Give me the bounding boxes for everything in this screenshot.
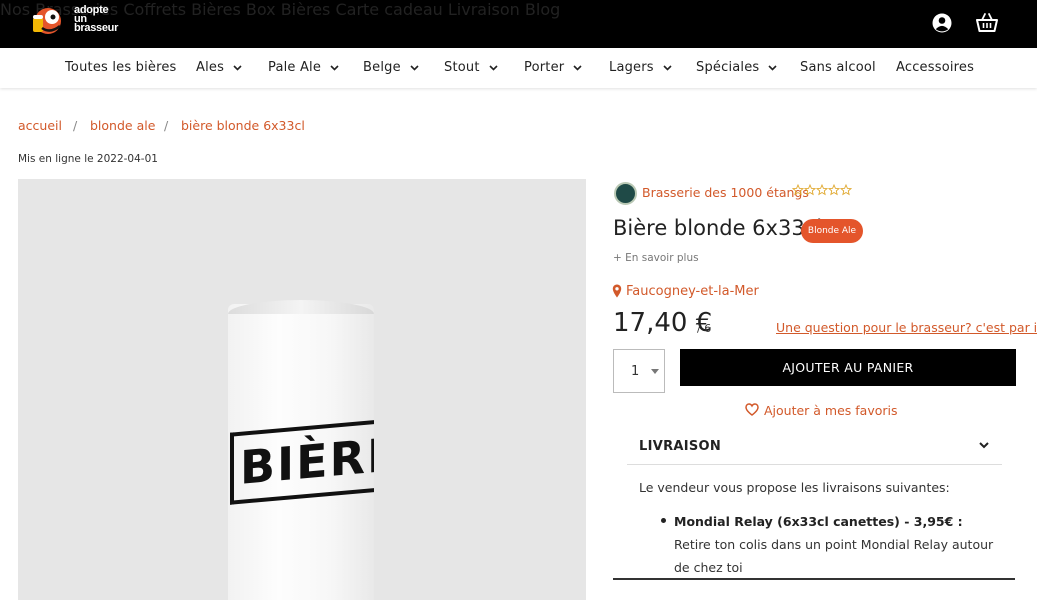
bullet bbox=[661, 518, 666, 523]
divider bbox=[613, 578, 1015, 580]
brewer-mascot-icon bbox=[33, 8, 61, 34]
chevron-down-icon bbox=[573, 64, 582, 71]
cat-toutes-les-bieres[interactable]: Toutes les bières bbox=[65, 60, 177, 75]
shipping-intro: Le vendeur vous propose les livraisons s… bbox=[639, 480, 950, 495]
product-image[interactable]: BIÈRE bbox=[18, 179, 586, 600]
nav-livraison[interactable]: Livraison bbox=[448, 0, 520, 19]
published-date: Mis en ligne le 2022-04-01 bbox=[18, 153, 158, 165]
chevron-down-icon bbox=[489, 64, 498, 71]
chevron-down-icon[interactable] bbox=[978, 440, 990, 450]
chevron-down-icon bbox=[663, 64, 672, 71]
top-bar: adopte un brasseur Nos Brasseries Coffre… bbox=[0, 0, 1037, 48]
map-pin-icon bbox=[612, 284, 622, 298]
cat-accessoires[interactable]: Accessoires bbox=[896, 60, 974, 75]
product-title: Bière blonde 6x33cl bbox=[613, 216, 823, 240]
more-info-link[interactable]: + En savoir plus bbox=[613, 252, 699, 264]
cat-sans-alcool[interactable]: Sans alcool bbox=[800, 60, 876, 75]
shipping-heading[interactable]: LIVRAISON bbox=[639, 439, 721, 454]
site-logo[interactable]: adopte un brasseur bbox=[30, 4, 125, 38]
basket-icon[interactable] bbox=[976, 12, 998, 34]
chevron-down-icon bbox=[410, 64, 419, 71]
cat-ales[interactable]: Ales bbox=[196, 60, 242, 75]
nav-blog[interactable]: Blog bbox=[525, 0, 560, 19]
can-label-text: BIÈRE bbox=[240, 426, 374, 495]
logo-wordmark: adopte un brasseur bbox=[74, 4, 119, 34]
nav-box-bieres[interactable]: Box Bières bbox=[246, 0, 331, 19]
divider bbox=[627, 464, 1002, 465]
brewery-location[interactable]: Faucogney-et-la-Mer bbox=[626, 284, 759, 299]
cat-porter[interactable]: Porter bbox=[524, 60, 582, 75]
brewer-avatar[interactable] bbox=[614, 182, 637, 205]
price-unit: / 6 bbox=[697, 322, 712, 335]
category-nav: Toutes les bières Ales Pale Ale Belge St… bbox=[0, 48, 1037, 88]
brewer-name[interactable]: Brasserie des 1000 étangs bbox=[642, 185, 809, 200]
chevron-down-icon bbox=[233, 64, 242, 71]
breadcrumb-separator: / bbox=[164, 118, 169, 133]
add-to-favorites-link[interactable]: Ajouter à mes favoris bbox=[764, 403, 898, 418]
can-label: BIÈRE bbox=[228, 404, 374, 524]
shipping-option: Mondial Relay (6x33cl canettes) - 3,95€ … bbox=[674, 510, 994, 579]
cat-speciales[interactable]: Spéciales bbox=[696, 60, 777, 75]
quantity-value: 1 bbox=[631, 363, 640, 379]
caret-down-icon bbox=[651, 369, 659, 374]
add-to-cart-button[interactable]: AJOUTER AU PANIER bbox=[680, 349, 1016, 386]
style-badge[interactable]: Blonde Ale bbox=[801, 219, 863, 243]
star-icons bbox=[792, 184, 852, 196]
breadcrumb-separator: / bbox=[73, 118, 78, 133]
heart-icon[interactable] bbox=[745, 403, 759, 416]
cat-pale-ale[interactable]: Pale Ale bbox=[268, 60, 339, 75]
breadcrumb-blonde-ale[interactable]: blonde ale bbox=[90, 118, 155, 133]
breadcrumb-accueil[interactable]: accueil bbox=[18, 118, 62, 133]
cat-lagers[interactable]: Lagers bbox=[609, 60, 672, 75]
cat-stout[interactable]: Stout bbox=[444, 60, 498, 75]
user-icon[interactable] bbox=[931, 12, 953, 34]
nav-coffrets-bieres[interactable]: Coffrets Bières bbox=[123, 0, 240, 19]
rating-stars bbox=[792, 184, 852, 196]
ask-brewer-link[interactable]: Une question pour le brasseur? c'est par… bbox=[776, 320, 1037, 335]
beer-can-top bbox=[228, 300, 374, 314]
shipping-option-title: Mondial Relay (6x33cl canettes) - 3,95€ … bbox=[674, 514, 963, 529]
shipping-option-desc: Retire ton colis dans un point Mondial R… bbox=[674, 537, 994, 575]
breadcrumb-current[interactable]: bière blonde 6x33cl bbox=[181, 118, 305, 133]
cat-belge[interactable]: Belge bbox=[363, 60, 419, 75]
chevron-down-icon bbox=[768, 64, 777, 71]
chevron-down-icon bbox=[330, 64, 339, 71]
nav-carte-cadeau[interactable]: Carte cadeau bbox=[335, 0, 442, 19]
